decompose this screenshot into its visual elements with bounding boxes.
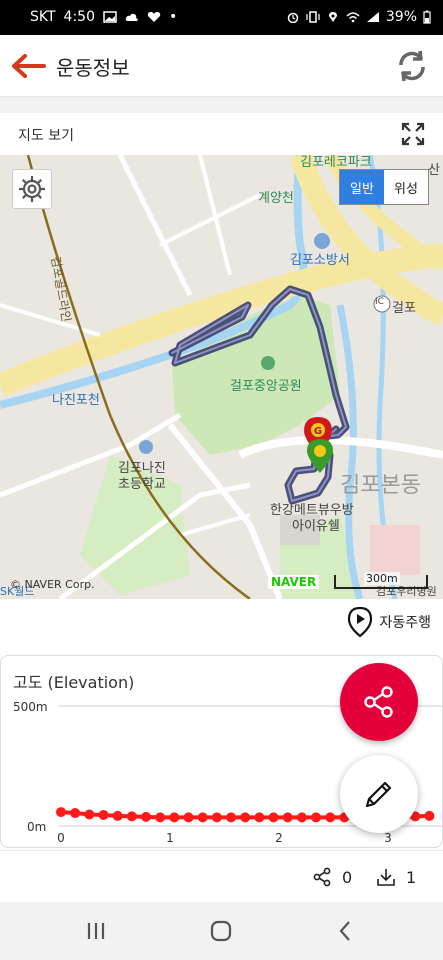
elevation-point [424, 810, 435, 821]
status-dot: • [169, 9, 178, 25]
naver-logo: NAVER [268, 575, 320, 589]
share-icon [313, 867, 331, 887]
x-tick-3: 3 [384, 831, 392, 845]
elevation-point [56, 807, 66, 818]
elevation-point [240, 812, 251, 823]
share-count: 0 [342, 867, 353, 887]
y-tick-min: 0m [27, 820, 46, 834]
battery-icon [423, 10, 431, 24]
map-settings-button[interactable] [12, 169, 52, 209]
expand-icon[interactable] [401, 122, 425, 146]
carrier-text: SKT [30, 9, 56, 25]
auto-drive-button[interactable]: 자동주행 [347, 606, 431, 638]
map-label-school-line2: 초등학교 [118, 477, 166, 492]
x-tick-2: 2 [275, 831, 283, 845]
home-button[interactable] [201, 916, 241, 946]
elevation-point [155, 812, 166, 823]
map-label-fire-station: 김포소방서 [290, 253, 350, 268]
map-label-apt-line2: 아이유쉘 [292, 519, 340, 534]
share-count-button[interactable]: 0 [312, 867, 352, 887]
gear-icon [19, 176, 45, 202]
refresh-icon[interactable] [393, 47, 431, 85]
status-bar: SKT 4:50 • 39% [0, 0, 443, 35]
elevation-point [126, 811, 137, 822]
map-label-gyeyangcheon: 계양천 [258, 191, 294, 206]
elevation-point [183, 812, 194, 823]
recent-apps-button[interactable] [76, 916, 116, 946]
map-label-park: 걸포중앙공원 [230, 379, 302, 394]
map-type-normal-button[interactable]: 일반 [340, 170, 384, 204]
map-label-park-top: 김포레코파크 [300, 155, 372, 170]
elevation-point [197, 812, 208, 823]
map-copyright: © NAVER Corp. [10, 578, 95, 591]
x-tick-0: 0 [57, 831, 65, 845]
vibrate-icon [306, 11, 320, 23]
svg-text:G: G [314, 426, 322, 437]
share-icon [364, 686, 393, 718]
y-tick-max: 500m [13, 700, 48, 714]
map-label-gimpo-bondong: 김포본동 [340, 473, 421, 498]
map-label-ic-name: 걸포 [392, 301, 416, 316]
elevation-point [141, 811, 152, 822]
elevation-point [311, 812, 322, 823]
edit-fab[interactable] [340, 755, 418, 833]
cloud-icon [125, 13, 138, 21]
map-header: 지도 보기 [0, 113, 443, 155]
elevation-point [211, 812, 222, 823]
elevation-point [325, 812, 336, 823]
page-title: 운동정보 [56, 56, 130, 80]
auto-drive-label: 자동주행 [379, 615, 431, 631]
elevation-point [268, 812, 279, 823]
app-bar: 운동정보 [0, 35, 443, 97]
map-label-stream: 나진포천 [52, 393, 100, 408]
elevation-point [282, 812, 293, 823]
elevation-point [84, 809, 95, 820]
bottom-info-bar: 0 1 [0, 850, 443, 902]
back-icon [339, 921, 350, 941]
elevation-point [296, 812, 307, 823]
back-button[interactable] [325, 916, 365, 946]
recent-apps-icon [87, 923, 105, 939]
wifi-icon [346, 12, 360, 23]
x-tick-1: 1 [166, 831, 174, 845]
battery-text: 39% [385, 9, 417, 25]
route-map[interactable]: G 김포레코파크 계양천 김포소방서 IC 걸포 걸포중앙공원 나진포천 김포나… [0, 155, 443, 599]
elevation-point [112, 810, 123, 821]
arrow-left-icon[interactable] [10, 51, 46, 81]
share-fab[interactable] [340, 663, 418, 741]
map-scale-label: 300m [364, 572, 400, 585]
alarm-icon [287, 12, 299, 23]
map-base: G [0, 155, 443, 599]
gallery-icon [103, 11, 117, 23]
map-view-label: 지도 보기 [18, 128, 74, 144]
signal-icon [366, 12, 379, 22]
pencil-icon [365, 781, 392, 808]
map-label-ic: IC [375, 297, 384, 307]
play-circle-icon [348, 606, 373, 638]
location-icon [328, 12, 337, 22]
home-icon [210, 920, 232, 942]
heart-icon [147, 12, 161, 22]
download-icon [377, 869, 395, 886]
elevation-point [70, 808, 81, 819]
map-type-toggle: 일반 위성 [339, 169, 429, 205]
section-divider [0, 97, 443, 113]
system-nav-bar [0, 902, 443, 960]
download-count-button[interactable]: 1 [376, 867, 416, 887]
clock-text: 4:50 [63, 9, 95, 25]
elevation-point [254, 812, 265, 823]
download-count: 1 [406, 867, 417, 887]
elevation-point [226, 812, 237, 823]
elevation-point [169, 812, 180, 823]
map-label-mountain: 산 [428, 163, 440, 178]
map-type-satellite-button[interactable]: 위성 [384, 170, 428, 204]
elevation-point [98, 809, 109, 820]
